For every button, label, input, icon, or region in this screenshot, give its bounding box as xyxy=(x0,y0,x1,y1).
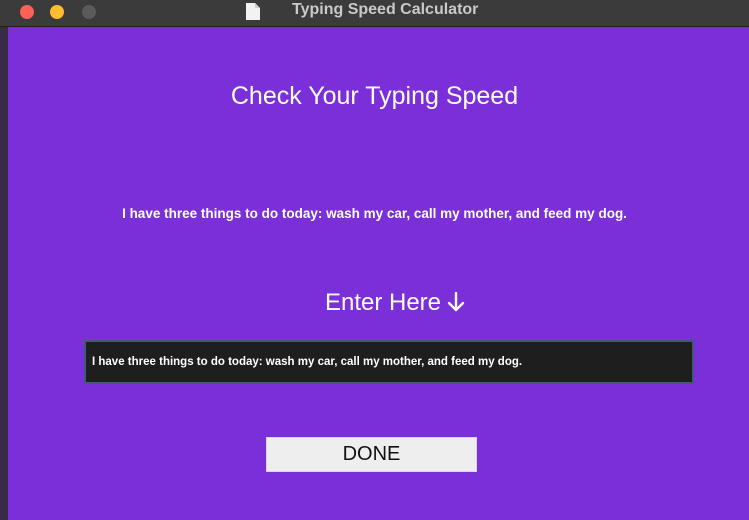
app-window: Typing Speed Calculator Check Your Typin… xyxy=(0,0,749,520)
minimize-window-button[interactable] xyxy=(50,5,64,19)
zoom-window-button[interactable] xyxy=(82,5,96,19)
done-button[interactable]: DONE xyxy=(266,437,477,472)
arrow-down-icon xyxy=(447,292,465,312)
window-title: Typing Speed Calculator xyxy=(292,1,479,18)
enter-label: Enter Here xyxy=(324,289,442,316)
page-title: Check Your Typing Speed xyxy=(230,82,519,110)
title-bar: Typing Speed Calculator xyxy=(0,0,749,27)
sample-sentence: I have three things to do today: wash my… xyxy=(122,206,627,221)
typing-input[interactable] xyxy=(84,340,694,384)
close-window-button[interactable] xyxy=(20,5,34,19)
enter-label-row: Enter Here xyxy=(0,289,749,317)
document-icon xyxy=(246,3,260,20)
